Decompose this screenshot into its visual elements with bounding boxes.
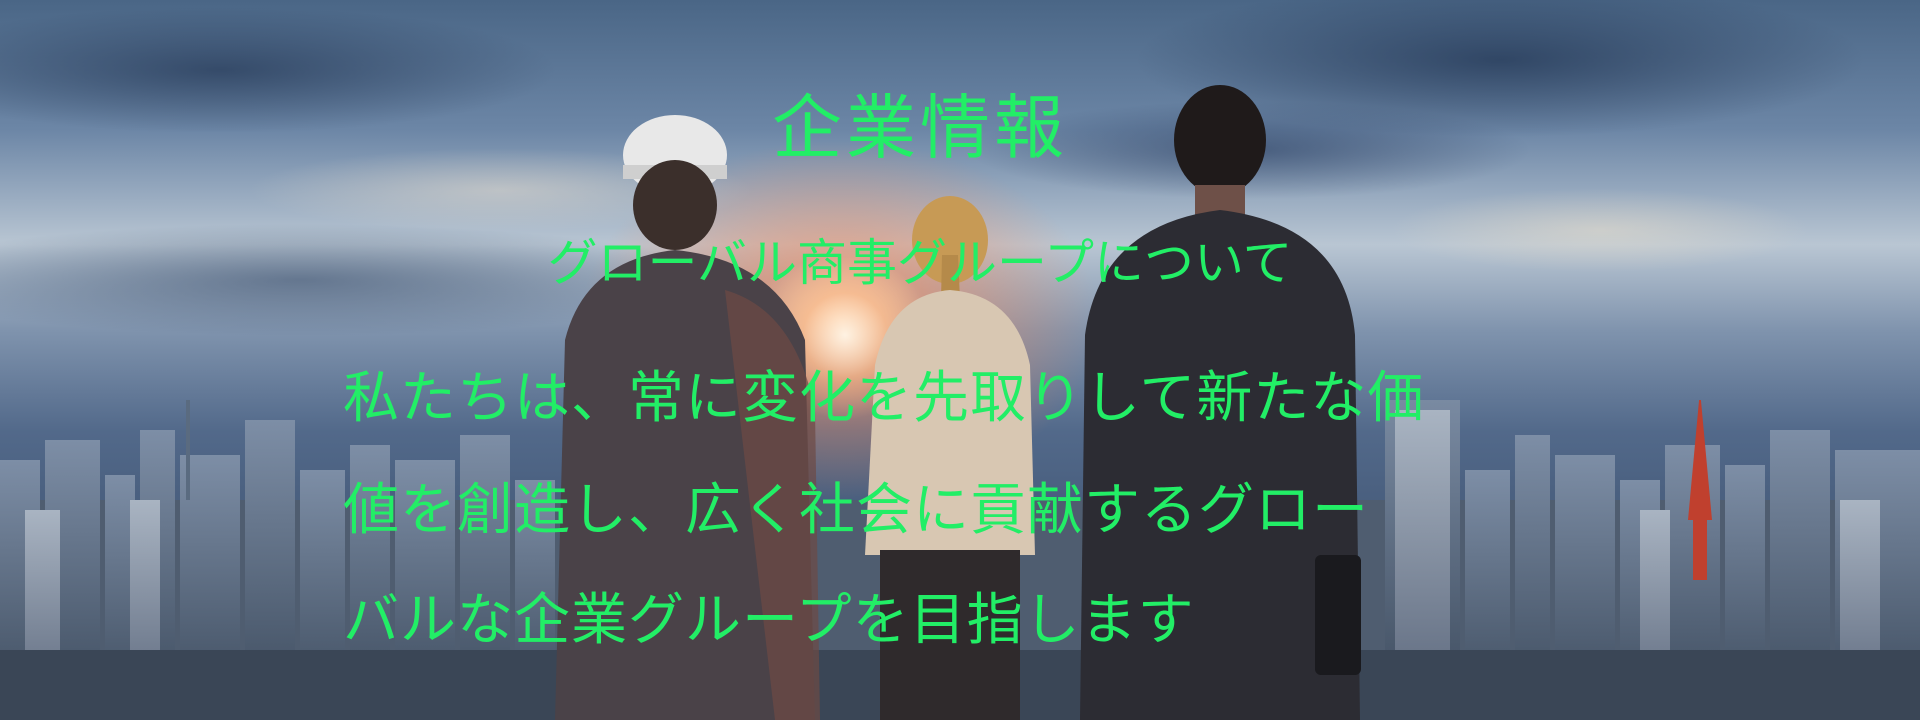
hero-text: 企業情報 グローバル商事グループについて 私たちは、常に変化を先取りして新たな価…: [0, 0, 1920, 720]
section-subtitle: グローバル商事グループについて: [547, 234, 1293, 292]
hero-banner: 企業情報 グローバル商事グループについて 私たちは、常に変化を先取りして新たな価…: [0, 0, 1920, 720]
mission-text-line-1: 私たちは、常に変化を先取りして新たな価: [343, 366, 1425, 431]
mission-text-line-2: 値を創造し、広く社会に貢献するグロー: [343, 478, 1369, 543]
page-title: 企業情報: [772, 87, 1068, 169]
mission-text-line-3: バルな企業グループを目指します: [343, 588, 1195, 653]
